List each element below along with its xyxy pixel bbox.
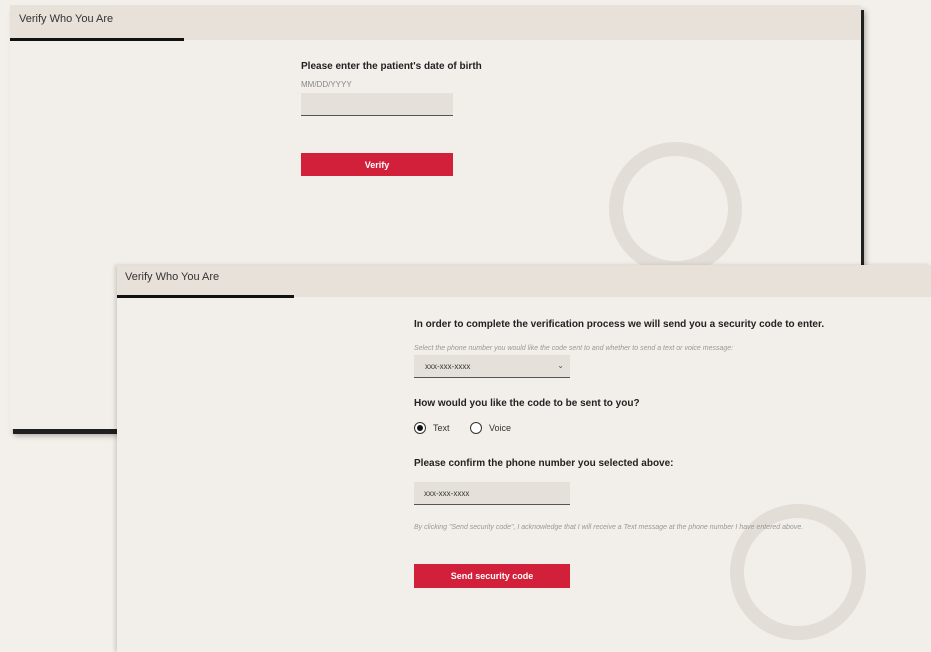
window-title: Verify Who You Are [125, 271, 220, 283]
radio-text-label: Text [433, 423, 450, 433]
disclaimer: By clicking "Send security code", I ackn… [414, 524, 804, 531]
phone-select[interactable]: xxx-xxx-xxxx ⌄ [414, 355, 570, 378]
dob-label: Please enter the patient's date of birth [301, 61, 482, 72]
confirm-phone-input[interactable] [414, 482, 570, 505]
confirm-label: Please confirm the phone number you sele… [414, 458, 674, 469]
radio-text-option[interactable]: Text [414, 422, 450, 434]
radio-button-checked[interactable] [414, 422, 426, 434]
security-code-window: Verify Who You Are In order to complete … [117, 265, 931, 652]
radio-voice-label: Voice [489, 423, 512, 433]
title-underline [117, 295, 294, 298]
send-security-code-button[interactable]: Send security code [414, 564, 570, 588]
decorative-ring [609, 142, 742, 275]
intro-text: In order to complete the verification pr… [414, 319, 825, 330]
method-question: How would you like the code to be sent t… [414, 398, 640, 409]
titlebar: Verify Who You Are [117, 265, 931, 298]
radio-voice-option[interactable]: Voice [470, 422, 511, 434]
phone-select-value: xxx-xxx-xxxx [425, 362, 471, 371]
select-hint: Select the phone number you would like t… [414, 345, 734, 352]
window-title: Verify Who You Are [19, 13, 114, 25]
radio-button-unchecked[interactable] [470, 422, 482, 434]
dob-input[interactable] [301, 93, 453, 116]
chevron-down-icon: ⌄ [557, 361, 564, 370]
titlebar: Verify Who You Are [10, 5, 861, 41]
title-underline [10, 38, 184, 41]
dob-hint: MM/DD/YYYY [301, 80, 352, 89]
verify-button[interactable]: Verify [301, 153, 453, 176]
